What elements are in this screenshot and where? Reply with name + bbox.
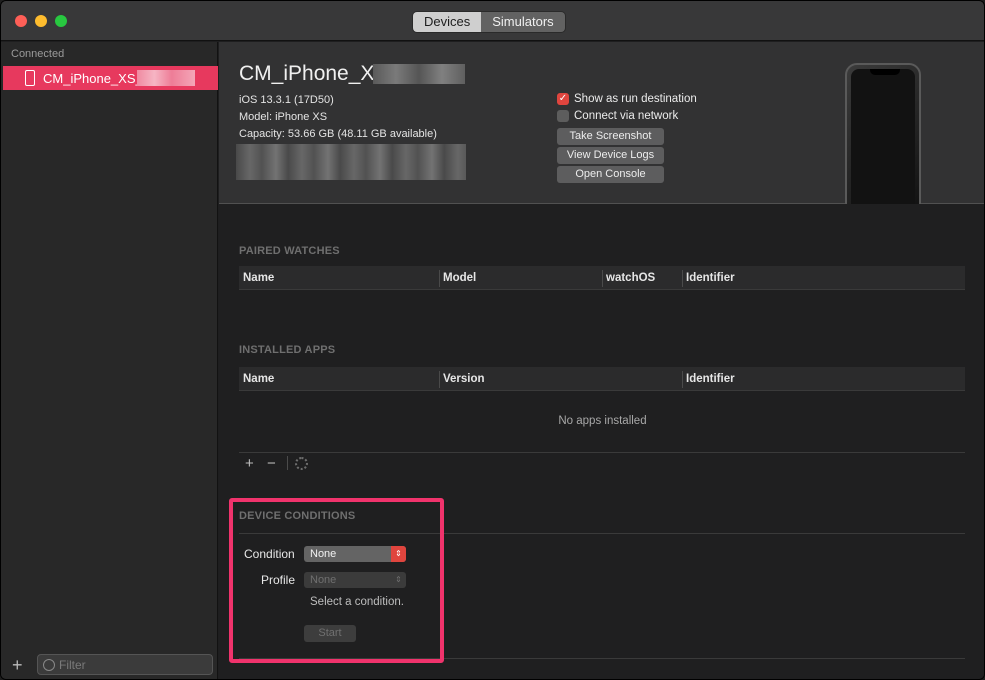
- take-screenshot-button[interactable]: Take Screenshot: [557, 128, 664, 145]
- connect-network-label: Connect via network: [574, 110, 679, 122]
- apps-table-divider: [239, 452, 965, 453]
- column-separator: [682, 270, 683, 287]
- device-capacity: Capacity: 53.66 GB (48.11 GB available): [239, 128, 437, 140]
- phone-notch: [870, 69, 900, 75]
- title-bar: Devices Simulators: [1, 1, 984, 41]
- column-name[interactable]: Name: [243, 272, 274, 284]
- column-separator: [682, 371, 683, 388]
- column-watchos[interactable]: watchOS: [606, 272, 655, 284]
- toolbar-separator: [287, 456, 288, 470]
- filter-placeholder: Filter: [59, 658, 86, 672]
- phone-screen: [851, 69, 915, 213]
- devices-simulators-segmented-control: Devices Simulators: [412, 11, 566, 33]
- column-separator: [602, 270, 603, 287]
- remove-app-button[interactable]: −: [267, 455, 276, 472]
- filter-icon: [43, 659, 55, 671]
- sidebar-item-label: CM_iPhone_XS_: [43, 71, 143, 86]
- paired-watches-title: PAIRED WATCHES: [239, 245, 340, 257]
- redacted-name-blur: [137, 70, 195, 86]
- device-model: Model: iPhone XS: [239, 111, 328, 123]
- ios-version: iOS 13.3.1 (17D50): [239, 94, 334, 106]
- iphone-device-image: [845, 63, 921, 219]
- column-identifier[interactable]: Identifier: [686, 373, 735, 385]
- no-apps-message: No apps installed: [558, 415, 647, 427]
- column-separator: [439, 270, 440, 287]
- device-header: CM_iPhone_XS_ iOS 13.3.1 (17D50) Model: …: [219, 42, 984, 219]
- gear-icon[interactable]: [295, 457, 308, 470]
- sidebar-item-device[interactable]: CM_iPhone_XS_: [3, 66, 218, 90]
- show-run-destination-checkbox[interactable]: ✓: [557, 93, 569, 105]
- tab-simulators[interactable]: Simulators: [481, 12, 565, 32]
- show-run-destination-label: Show as run destination: [574, 93, 697, 105]
- connect-network-checkbox[interactable]: [557, 110, 569, 122]
- sidebar-section-connected: Connected: [11, 48, 65, 60]
- redacted-title-blur: [373, 64, 465, 84]
- column-identifier[interactable]: Identifier: [686, 272, 735, 284]
- column-model[interactable]: Model: [443, 272, 476, 284]
- column-version[interactable]: Version: [443, 373, 485, 385]
- column-separator: [439, 371, 440, 388]
- installed-apps-title: INSTALLED APPS: [239, 344, 336, 356]
- minimize-window-button[interactable]: [35, 15, 47, 27]
- devices-window: Devices Simulators Connected CM_iPhone_X…: [0, 0, 985, 680]
- view-device-logs-button[interactable]: View Device Logs: [557, 147, 664, 164]
- tab-devices[interactable]: Devices: [413, 12, 482, 32]
- annotation-highlight-box: [229, 498, 444, 663]
- column-name[interactable]: Name: [243, 373, 274, 385]
- close-window-button[interactable]: [15, 15, 27, 27]
- add-device-button[interactable]: +: [12, 655, 23, 676]
- add-app-button[interactable]: +: [245, 455, 254, 472]
- sidebar: Connected CM_iPhone_XS_ + Filter: [1, 42, 218, 679]
- filter-field[interactable]: Filter: [37, 654, 213, 675]
- paired-watches-table-header: Name Model watchOS Identifier: [239, 266, 965, 290]
- zoom-window-button[interactable]: [55, 15, 67, 27]
- redacted-info-blur: [236, 144, 466, 180]
- installed-apps-table-header: Name Version Identifier: [239, 367, 965, 391]
- open-console-button[interactable]: Open Console: [557, 166, 664, 183]
- iphone-icon: [25, 70, 35, 86]
